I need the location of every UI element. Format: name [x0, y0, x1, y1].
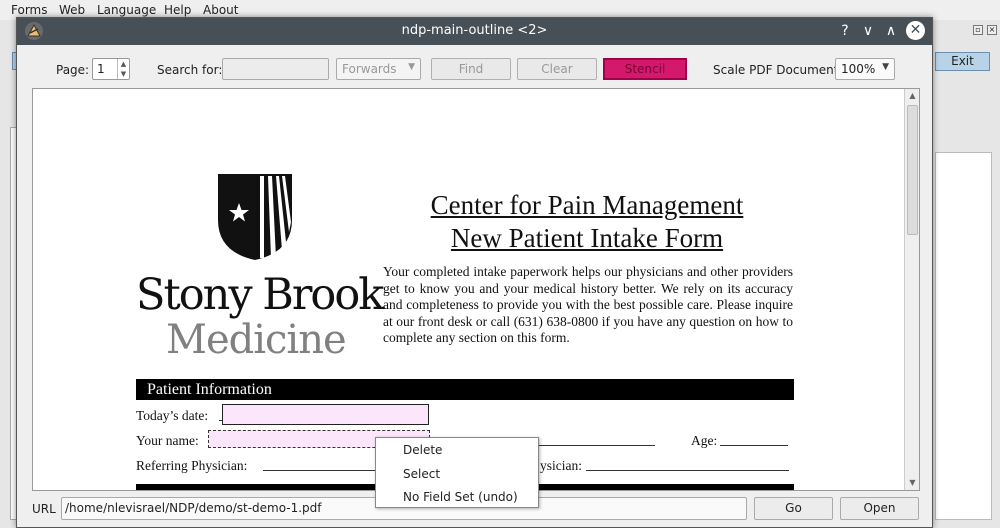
scroll-thumb[interactable]	[907, 105, 918, 235]
close-icon[interactable]: ✕	[906, 21, 925, 40]
vertical-scrollbar[interactable]: ▲ ▼	[904, 89, 919, 490]
background-right-panel	[935, 152, 992, 520]
scale-select[interactable]: 100% ▼	[835, 58, 895, 80]
pdf-view[interactable]: Stony Brook Medicine Center for Pain Man…	[32, 88, 920, 491]
menu-about[interactable]: About	[203, 3, 238, 17]
minimize-icon[interactable]: ∨	[859, 22, 877, 40]
age-line	[720, 445, 788, 446]
menu-item-no-field-set[interactable]: No Field Set (undo)	[377, 486, 537, 508]
page-value: 1	[97, 62, 105, 76]
section-header: Patient Information	[136, 379, 794, 400]
physician-label: ysician:	[540, 458, 582, 473]
physician-line	[586, 470, 789, 471]
bg-close-icon[interactable]: ×	[987, 25, 997, 35]
page-spinbox[interactable]: 1 ▲ ▼	[92, 58, 130, 80]
direction-value: Forwards	[342, 62, 397, 76]
menu-forms[interactable]: Forms	[11, 3, 47, 17]
intro-paragraph: Your completed intake paperwork helps ou…	[383, 264, 793, 345]
clear-button[interactable]: Clear	[517, 58, 597, 80]
context-menu: Delete Select No Field Set (undo)	[375, 437, 539, 508]
title-line-2: New Patient Intake Form	[450, 223, 724, 253]
form-line	[539, 445, 655, 446]
search-input[interactable]	[222, 58, 329, 80]
chevron-down-icon: ▼	[882, 62, 889, 72]
scale-value: 100%	[841, 62, 876, 76]
bg-restore-icon[interactable]: ▫	[973, 25, 983, 35]
document-title: Center for Pain Management New Patient I…	[385, 189, 789, 255]
chevron-down-icon: ▼	[408, 62, 415, 72]
go-button[interactable]: Go	[754, 497, 833, 520]
scale-label: Scale PDF Document:	[713, 63, 843, 77]
title-line-1: Center for Pain Management	[430, 190, 744, 220]
menu-item-select[interactable]: Select	[377, 463, 537, 485]
exit-button[interactable]: Exit	[935, 52, 990, 71]
direction-select[interactable]: Forwards ▼	[336, 58, 421, 80]
menu-language[interactable]: Language	[97, 3, 156, 17]
title-bar[interactable]: ndp-main-outline <2> ? ∨ ∧ ✕	[17, 18, 932, 45]
menu-web[interactable]: Web	[59, 3, 85, 17]
find-button[interactable]: Find	[431, 58, 511, 80]
open-button[interactable]: Open	[840, 497, 919, 520]
spin-arrows-icon[interactable]: ▲ ▼	[117, 59, 129, 79]
maximize-icon[interactable]: ∧	[882, 22, 900, 40]
todays-date-label: Today’s date:	[136, 408, 209, 423]
logo-name: Stony Brook	[136, 270, 384, 320]
logo-subtitle: Medicine	[166, 317, 347, 363]
todays-date-field[interactable]	[222, 404, 429, 425]
search-label: Search for:	[157, 63, 223, 77]
age-label: Age:	[691, 433, 718, 448]
stony-brook-shield-logo	[218, 174, 292, 260]
scroll-down-icon[interactable]: ▼	[905, 476, 919, 490]
scroll-up-icon[interactable]: ▲	[905, 89, 919, 103]
referring-physician-label: Referring Physician:	[136, 458, 248, 473]
your-name-label: Your name:	[136, 433, 199, 448]
url-label: URL	[32, 502, 56, 516]
window-title: ndp-main-outline <2>	[401, 23, 548, 38]
menu-help[interactable]: Help	[164, 3, 191, 17]
page-label: Page:	[56, 63, 90, 77]
help-icon[interactable]: ?	[836, 22, 854, 40]
stencil-button[interactable]: Stencil	[603, 58, 687, 80]
menu-item-delete[interactable]: Delete	[377, 439, 537, 461]
referring-line	[263, 470, 378, 471]
